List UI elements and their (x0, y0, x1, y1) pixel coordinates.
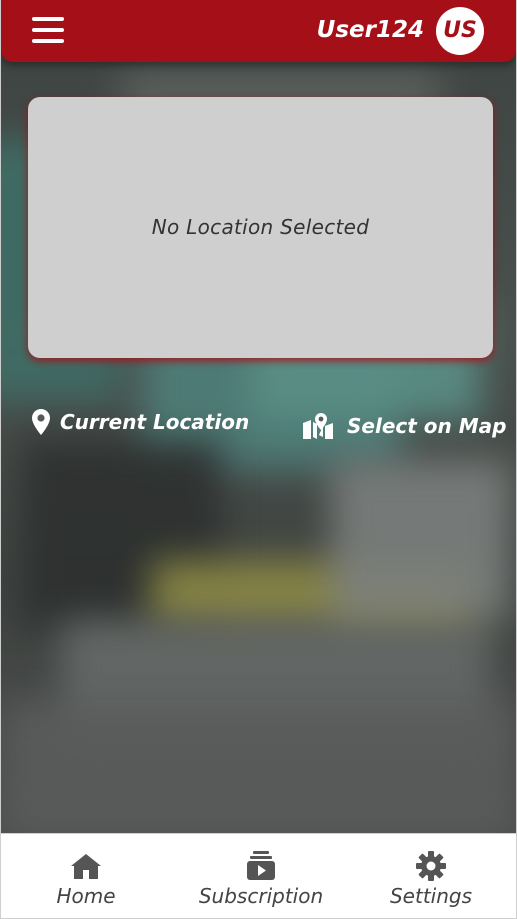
hamburger-menu-icon[interactable] (32, 15, 64, 45)
gear-icon (416, 851, 446, 881)
nav-home[interactable]: Home (41, 834, 131, 918)
bottom-nav: Home Subscription Settings (1, 833, 516, 918)
current-location-label: Current Location (60, 410, 250, 434)
select-on-map-label: Select on Map (347, 414, 507, 438)
current-location-button[interactable]: Current Location (32, 405, 249, 439)
avatar[interactable]: US (436, 7, 484, 55)
select-on-map-button[interactable]: Select on Map (303, 409, 506, 443)
map-pin-icon (32, 409, 50, 435)
nav-settings[interactable]: Settings (381, 834, 481, 918)
home-icon (70, 852, 102, 880)
username-label: User124 (316, 17, 424, 43)
nav-settings-label: Settings (389, 884, 473, 908)
top-app-bar: User124 US (1, 0, 516, 62)
map-location-icon (303, 413, 333, 439)
subscription-icon (246, 851, 276, 880)
nav-home-label: Home (56, 884, 116, 908)
location-card: No Location Selected (28, 97, 493, 358)
no-location-message: No Location Selected (151, 215, 370, 239)
app-screen: User124 US No Location Selected Current … (0, 0, 517, 919)
nav-subscription-label: Subscription (198, 884, 324, 908)
nav-subscription[interactable]: Subscription (191, 834, 331, 918)
